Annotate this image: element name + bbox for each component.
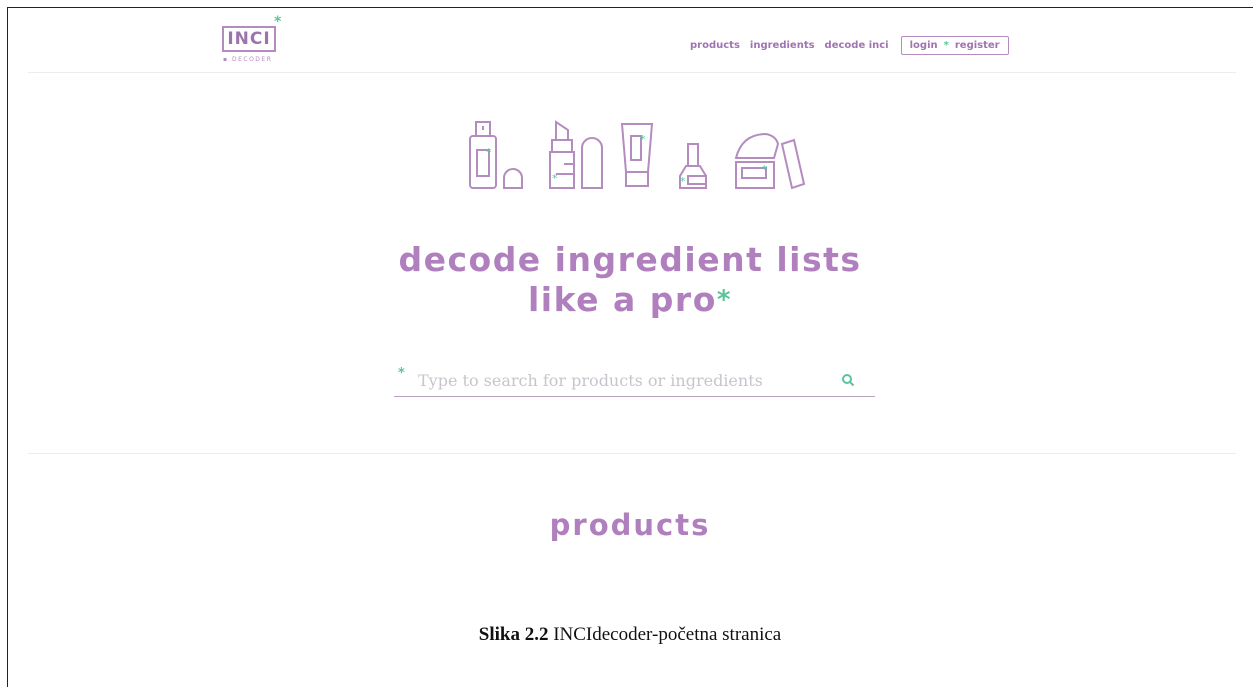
auth-box: login * register bbox=[900, 35, 1009, 55]
hero-title: decode ingredient lists like a pro* bbox=[330, 240, 930, 320]
figure-frame bbox=[7, 7, 1253, 687]
products-section-title: products bbox=[549, 508, 711, 542]
svg-text:*: * bbox=[486, 146, 492, 159]
logo-subtitle: ▪ DECODER bbox=[223, 56, 273, 63]
hero-line-2: like a pro bbox=[528, 280, 717, 319]
figure-caption: Slika 2.2 INCIdecoder-početna stranica bbox=[320, 624, 940, 646]
nav-login[interactable]: login bbox=[910, 40, 938, 51]
nav-products[interactable]: products bbox=[690, 40, 740, 51]
pump-bottle-icon: * bbox=[469, 121, 523, 189]
search-input[interactable] bbox=[416, 366, 830, 394]
cream-jar-icon: * bbox=[734, 132, 806, 190]
lipstick-icon: * bbox=[549, 120, 603, 189]
search-star-icon: * bbox=[398, 366, 405, 381]
logo-subtitle-text: DECODER bbox=[231, 56, 273, 63]
caption-text: INCIdecoder-početna stranica bbox=[548, 624, 782, 645]
nav-decode-inci[interactable]: decode inci bbox=[825, 40, 889, 51]
star-separator-icon: * bbox=[943, 39, 949, 51]
inci-decoder-logo[interactable]: INCI * ▪ DECODER bbox=[222, 14, 312, 70]
nav-ingredients[interactable]: ingredients bbox=[750, 40, 815, 51]
site-header bbox=[28, 8, 1236, 73]
caption-label: Slika 2.2 bbox=[478, 624, 549, 645]
search-bar: * bbox=[394, 364, 875, 397]
logo-box: INCI bbox=[222, 26, 276, 52]
svg-text:*: * bbox=[552, 172, 558, 185]
logo-star-icon: * bbox=[274, 14, 282, 30]
section-divider bbox=[28, 453, 1236, 454]
hero-line-1: decode ingredient lists bbox=[398, 240, 862, 279]
svg-text:*: * bbox=[680, 175, 686, 188]
main-nav: products ingredients decode inci login *… bbox=[690, 34, 1009, 56]
search-icon[interactable] bbox=[841, 373, 855, 387]
cream-tube-icon: * bbox=[620, 123, 654, 187]
svg-text:*: * bbox=[640, 133, 646, 146]
logo-text: INCI bbox=[227, 29, 271, 49]
svg-text:*: * bbox=[762, 163, 768, 176]
nail-polish-icon: * bbox=[679, 143, 707, 189]
nav-register[interactable]: register bbox=[955, 40, 1000, 51]
cosmetics-illustration: * * * * * bbox=[469, 120, 806, 190]
hero-star-icon: * bbox=[716, 285, 732, 315]
